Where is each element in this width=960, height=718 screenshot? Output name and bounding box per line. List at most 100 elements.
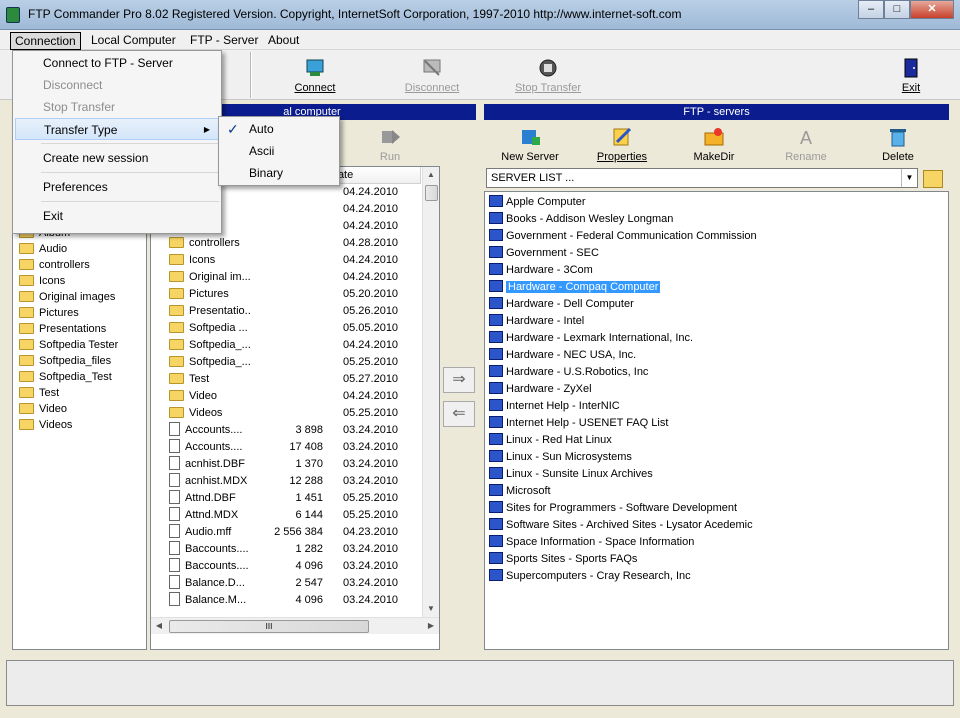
new-server-icon [519,126,541,148]
vscroll-thumb[interactable] [425,185,438,201]
scroll-down-arrow[interactable]: ▼ [423,601,439,617]
chevron-down-icon[interactable]: ▼ [901,169,917,187]
ftp-server-item[interactable]: Sites for Programmers - Software Develop… [487,500,945,517]
close-window-button[interactable]: ✕ [910,0,954,19]
menu-item-stop-transfer[interactable]: Stop Transfer [13,96,221,118]
tree-folder-item[interactable]: Pictures [13,305,146,321]
menu-item-disconnect[interactable]: Disconnect [13,74,221,96]
menu-item-exit[interactable]: Exit [13,205,221,227]
file-row[interactable]: acnhist.DBF 1 370 03.24.2010 [151,456,421,473]
file-row[interactable]: Videos 05.25.2010 [151,405,421,422]
file-row[interactable]: Softpedia_... 05.25.2010 [151,354,421,371]
ftp-server-item[interactable]: Internet Help - InterNIC [487,398,945,415]
menu-ftp-server[interactable]: FTP - Server [186,32,262,48]
file-row[interactable]: Softpedia ... 05.05.2010 [151,320,421,337]
ftp-server-item[interactable]: Space Information - Space Information [487,534,945,551]
file-row[interactable]: controllers 04.28.2010 [151,235,421,252]
stop-transfer-button[interactable]: Stop Transfer [508,55,588,94]
file-row[interactable]: Presentatio... 05.26.2010 [151,303,421,320]
tree-folder-item[interactable]: Video [13,401,146,417]
tree-folder-item[interactable]: Original images [13,289,146,305]
file-row[interactable]: acnhist.MDX 12 288 03.24.2010 [151,473,421,490]
disconnect-button[interactable]: Disconnect [392,55,472,94]
ftp-server-item[interactable]: Linux - Sunsite Linux Archives [487,466,945,483]
menu-connection[interactable]: Connection [10,32,81,50]
file-row[interactable]: Attnd.DBF 1 451 05.25.2010 [151,490,421,507]
ftp-server-item[interactable]: Government - Federal Communication Commi… [487,228,945,245]
file-row[interactable]: Accounts.... 3 898 03.24.2010 [151,422,421,439]
upload-button[interactable]: ⇒ [443,367,475,393]
server-list-combo[interactable]: SERVER LIST ... ▼ [486,168,918,188]
ftp-server-item[interactable]: Apple Computer [487,194,945,211]
ftp-server-item[interactable]: Supercomputers - Cray Research, Inc [487,568,945,585]
tree-folder-item[interactable]: Videos [13,417,146,433]
rename-button[interactable]: A Rename [766,124,846,163]
file-row[interactable]: Audio.mff 2 556 384 04.23.2010 [151,524,421,541]
menu-item-connect[interactable]: Connect to FTP - Server [13,52,221,74]
ftp-server-item[interactable]: Government - SEC [487,245,945,262]
submenu-item-binary[interactable]: Binary [219,162,339,184]
tree-folder-item[interactable]: controllers [13,257,146,273]
minimize-button[interactable]: – [858,0,884,19]
file-row[interactable]: Balance.D... 2 547 03.24.2010 [151,575,421,592]
file-row[interactable]: Test 05.27.2010 [151,371,421,388]
file-row[interactable]: Accounts.... 17 408 03.24.2010 [151,439,421,456]
maximize-button[interactable]: □ [884,0,910,19]
run-button[interactable]: Run [350,124,430,163]
folder-up-icon[interactable] [923,170,943,188]
ftp-server-item[interactable]: Hardware - NEC USA, Inc. [487,347,945,364]
ftp-server-item[interactable]: Books - Addison Wesley Longman [487,211,945,228]
submenu-item-auto[interactable]: ✓ Auto [219,118,339,140]
file-row[interactable]: Balance.M... 4 096 03.24.2010 [151,592,421,609]
file-row[interactable]: Pictures 05.20.2010 [151,286,421,303]
menu-local-computer[interactable]: Local Computer [87,32,180,48]
tree-folder-item[interactable]: Softpedia_Test [13,369,146,385]
file-row[interactable]: Baccounts.... 1 282 03.24.2010 [151,541,421,558]
tree-folder-item[interactable]: Audio [13,241,146,257]
tree-folder-item[interactable]: Icons [13,273,146,289]
window-title: FTP Commander Pro 8.02 Registered Versio… [28,7,682,21]
file-row[interactable]: Softpedia_... 04.24.2010 [151,337,421,354]
ftp-server-item[interactable]: Hardware - Dell Computer [487,296,945,313]
ftp-server-item[interactable]: Hardware - ZyXel [487,381,945,398]
file-row[interactable]: Original im... 04.24.2010 [151,269,421,286]
tree-folder-item[interactable]: Test [13,385,146,401]
tree-folder-item[interactable]: Softpedia Tester [13,337,146,353]
ftp-server-item[interactable]: Internet Help - USENET FAQ List [487,415,945,432]
tree-folder-item[interactable]: Softpedia_files [13,353,146,369]
scroll-left-arrow[interactable]: ◀ [151,618,167,634]
new-server-button[interactable]: New Server [490,124,570,163]
exit-button[interactable]: Exit [871,55,951,94]
menu-item-create-session[interactable]: Create new session [13,147,221,169]
ftp-server-item[interactable]: Software Sites - Archived Sites - Lysato… [487,517,945,534]
menu-about[interactable]: About [264,32,303,48]
download-button[interactable]: ⇐ [443,401,475,427]
ftp-server-item[interactable]: Hardware - 3Com [487,262,945,279]
makedir-button[interactable]: MakeDir [674,124,754,163]
column-header-date[interactable]: Date [326,167,421,184]
file-row[interactable]: Icons 04.24.2010 [151,252,421,269]
ftp-server-item[interactable]: Hardware - Intel [487,313,945,330]
tree-folder-item[interactable]: Presentations [13,321,146,337]
ftp-server-item[interactable]: Linux - Red Hat Linux [487,432,945,449]
menu-item-transfer-type[interactable]: Transfer Type ▶ [15,118,219,140]
ftp-server-item[interactable]: Sports Sites - Sports FAQs [487,551,945,568]
submenu-item-ascii[interactable]: Ascii [219,140,339,162]
ftp-server-item[interactable]: Linux - Sun Microsystems [487,449,945,466]
file-row[interactable]: Baccounts.... 4 096 03.24.2010 [151,558,421,575]
connect-button[interactable]: Connect [275,55,355,94]
ftp-server-item[interactable]: Hardware - Lexmark International, Inc. [487,330,945,347]
ftp-server-item[interactable]: Hardware - U.S.Robotics, Inc [487,364,945,381]
scroll-up-arrow[interactable]: ▲ [423,167,439,183]
hscroll-thumb[interactable]: III [169,620,369,633]
properties-button[interactable]: Properties [582,124,662,163]
ftp-server-item[interactable]: Hardware - Compaq Computer [487,279,945,296]
menu-item-preferences[interactable]: Preferences [13,176,221,198]
file-row[interactable]: Video 04.24.2010 [151,388,421,405]
file-row[interactable]: Attnd.MDX 6 144 05.25.2010 [151,507,421,524]
scroll-right-arrow[interactable]: ▶ [423,618,439,634]
ftp-server-item[interactable]: Microsoft [487,483,945,500]
file-list-hscrollbar[interactable]: ◀ III ▶ [151,617,439,634]
delete-button[interactable]: Delete [858,124,938,163]
file-list-vscrollbar[interactable]: ▲ ▼ [422,167,439,617]
